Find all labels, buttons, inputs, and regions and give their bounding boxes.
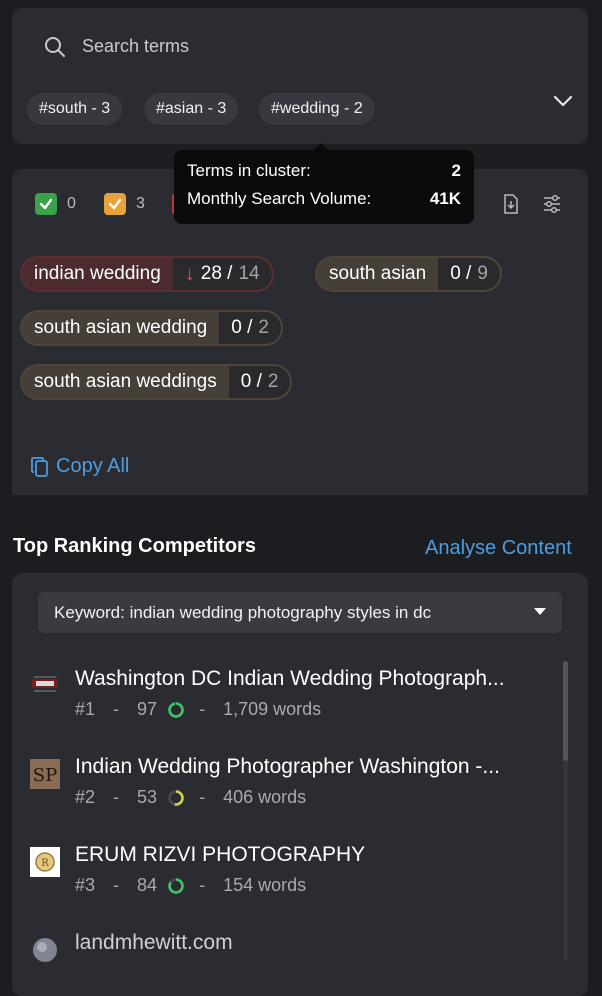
term-count: 0 /2 [228, 366, 291, 398]
count-orange[interactable]: 3 [104, 193, 145, 215]
arrow-down-icon: ↓ [184, 262, 195, 285]
term-name: south asian weddings [34, 371, 217, 392]
term-pill[interactable]: south asian 0 /9 [315, 256, 502, 292]
tag-chip-wedding[interactable]: #wedding - 2 [259, 93, 375, 125]
favicon-icon [32, 676, 58, 692]
tooltip-terms-value: 2 [451, 161, 461, 180]
competitor-score: 97 [137, 699, 158, 719]
competitor-meta: #3 - 84 - 154 words [75, 875, 307, 895]
competitor-item[interactable]: R ERUM RIZVI PHOTOGRAPHY #3 - 84 - 154 w… [12, 843, 552, 903]
search-icon [45, 37, 65, 57]
count-green[interactable]: 0 [35, 193, 76, 215]
competitor-rank: #3 [75, 875, 96, 895]
svg-text:SP: SP [33, 765, 57, 786]
score-ring-icon [168, 701, 184, 718]
competitor-item[interactable]: SP Indian Wedding Photographer Washingto… [12, 755, 552, 815]
score-ring-icon [168, 877, 184, 894]
tooltip-terms-label: Terms in cluster: [187, 161, 311, 180]
settings-sliders-icon[interactable] [542, 194, 562, 214]
copy-icon [31, 456, 48, 477]
term-name: south asian [329, 263, 427, 284]
competitor-score: 53 [137, 787, 158, 807]
competitor-score: 84 [137, 875, 158, 895]
competitor-title[interactable]: Indian Wedding Photographer Washington -… [75, 755, 500, 779]
keyword-select[interactable]: Keyword: indian wedding photography styl… [38, 592, 562, 633]
competitor-meta: #2 - 53 - 406 words [75, 787, 307, 807]
svg-text:R: R [41, 858, 49, 869]
search-card: Search terms #south - 3 #asian - 3 #wedd… [12, 8, 588, 144]
tag-chip-asian[interactable]: #asian - 3 [144, 93, 239, 125]
competitor-item[interactable]: Washington DC Indian Wedding Photograph.… [12, 667, 552, 727]
tooltip-volume-label: Monthly Search Volume: [187, 189, 372, 208]
competitor-words: 406 words [223, 787, 307, 807]
chevron-down-icon[interactable] [552, 94, 574, 108]
term-count: 0 /2 [219, 312, 281, 344]
favicon-icon: SP [30, 759, 60, 789]
term-count: ↓ 28 /14 [172, 258, 272, 290]
download-file-icon[interactable] [502, 194, 520, 214]
tag-chip-south[interactable]: #south - 3 [27, 93, 123, 125]
competitor-words: 1,709 words [223, 699, 322, 719]
checkbox-checked-orange-icon [104, 193, 126, 215]
cluster-tooltip: Terms in cluster: 2 Monthly Search Volum… [174, 143, 474, 224]
section-title: Top Ranking Competitors [13, 535, 256, 557]
competitor-title[interactable]: ERUM RIZVI PHOTOGRAPHY [75, 843, 365, 867]
term-pill[interactable]: south asian weddings 0 /2 [20, 364, 293, 400]
competitor-rank: #1 [75, 699, 96, 719]
tooltip-volume-value: 41K [429, 189, 461, 208]
term-name: indian wedding [34, 263, 161, 284]
globe-icon [33, 938, 57, 962]
term-pill[interactable]: indian wedding ↓ 28 /14 [20, 256, 274, 292]
competitor-words: 154 words [223, 875, 307, 895]
term-count: 0 /9 [438, 258, 500, 290]
search-input[interactable]: Search terms [82, 36, 189, 57]
competitor-title[interactable]: landmhewitt.com [75, 931, 233, 955]
copy-all-button[interactable]: Copy All [30, 455, 129, 478]
favicon-icon: R [30, 847, 60, 877]
competitor-meta: #1 - 97 - 1,709 words [75, 699, 322, 719]
caret-down-icon [534, 608, 546, 615]
competitor-rank: #2 [75, 787, 96, 807]
scrollbar-thumb[interactable] [563, 661, 568, 761]
term-name: south asian wedding [34, 317, 208, 338]
checkbox-checked-green-icon [35, 193, 57, 215]
term-pill[interactable]: south asian wedding 0 /2 [20, 310, 283, 346]
score-ring-icon [168, 789, 184, 806]
competitor-title[interactable]: Washington DC Indian Wedding Photograph.… [75, 667, 505, 691]
keyword-select-label: Keyword: indian wedding photography styl… [54, 603, 432, 622]
analyse-content-link[interactable]: Analyse Content [425, 537, 572, 560]
competitors-card: Keyword: indian wedding photography styl… [12, 573, 588, 996]
competitor-item[interactable]: landmhewitt.com [12, 931, 552, 971]
copy-all-label: Copy All [56, 455, 130, 477]
